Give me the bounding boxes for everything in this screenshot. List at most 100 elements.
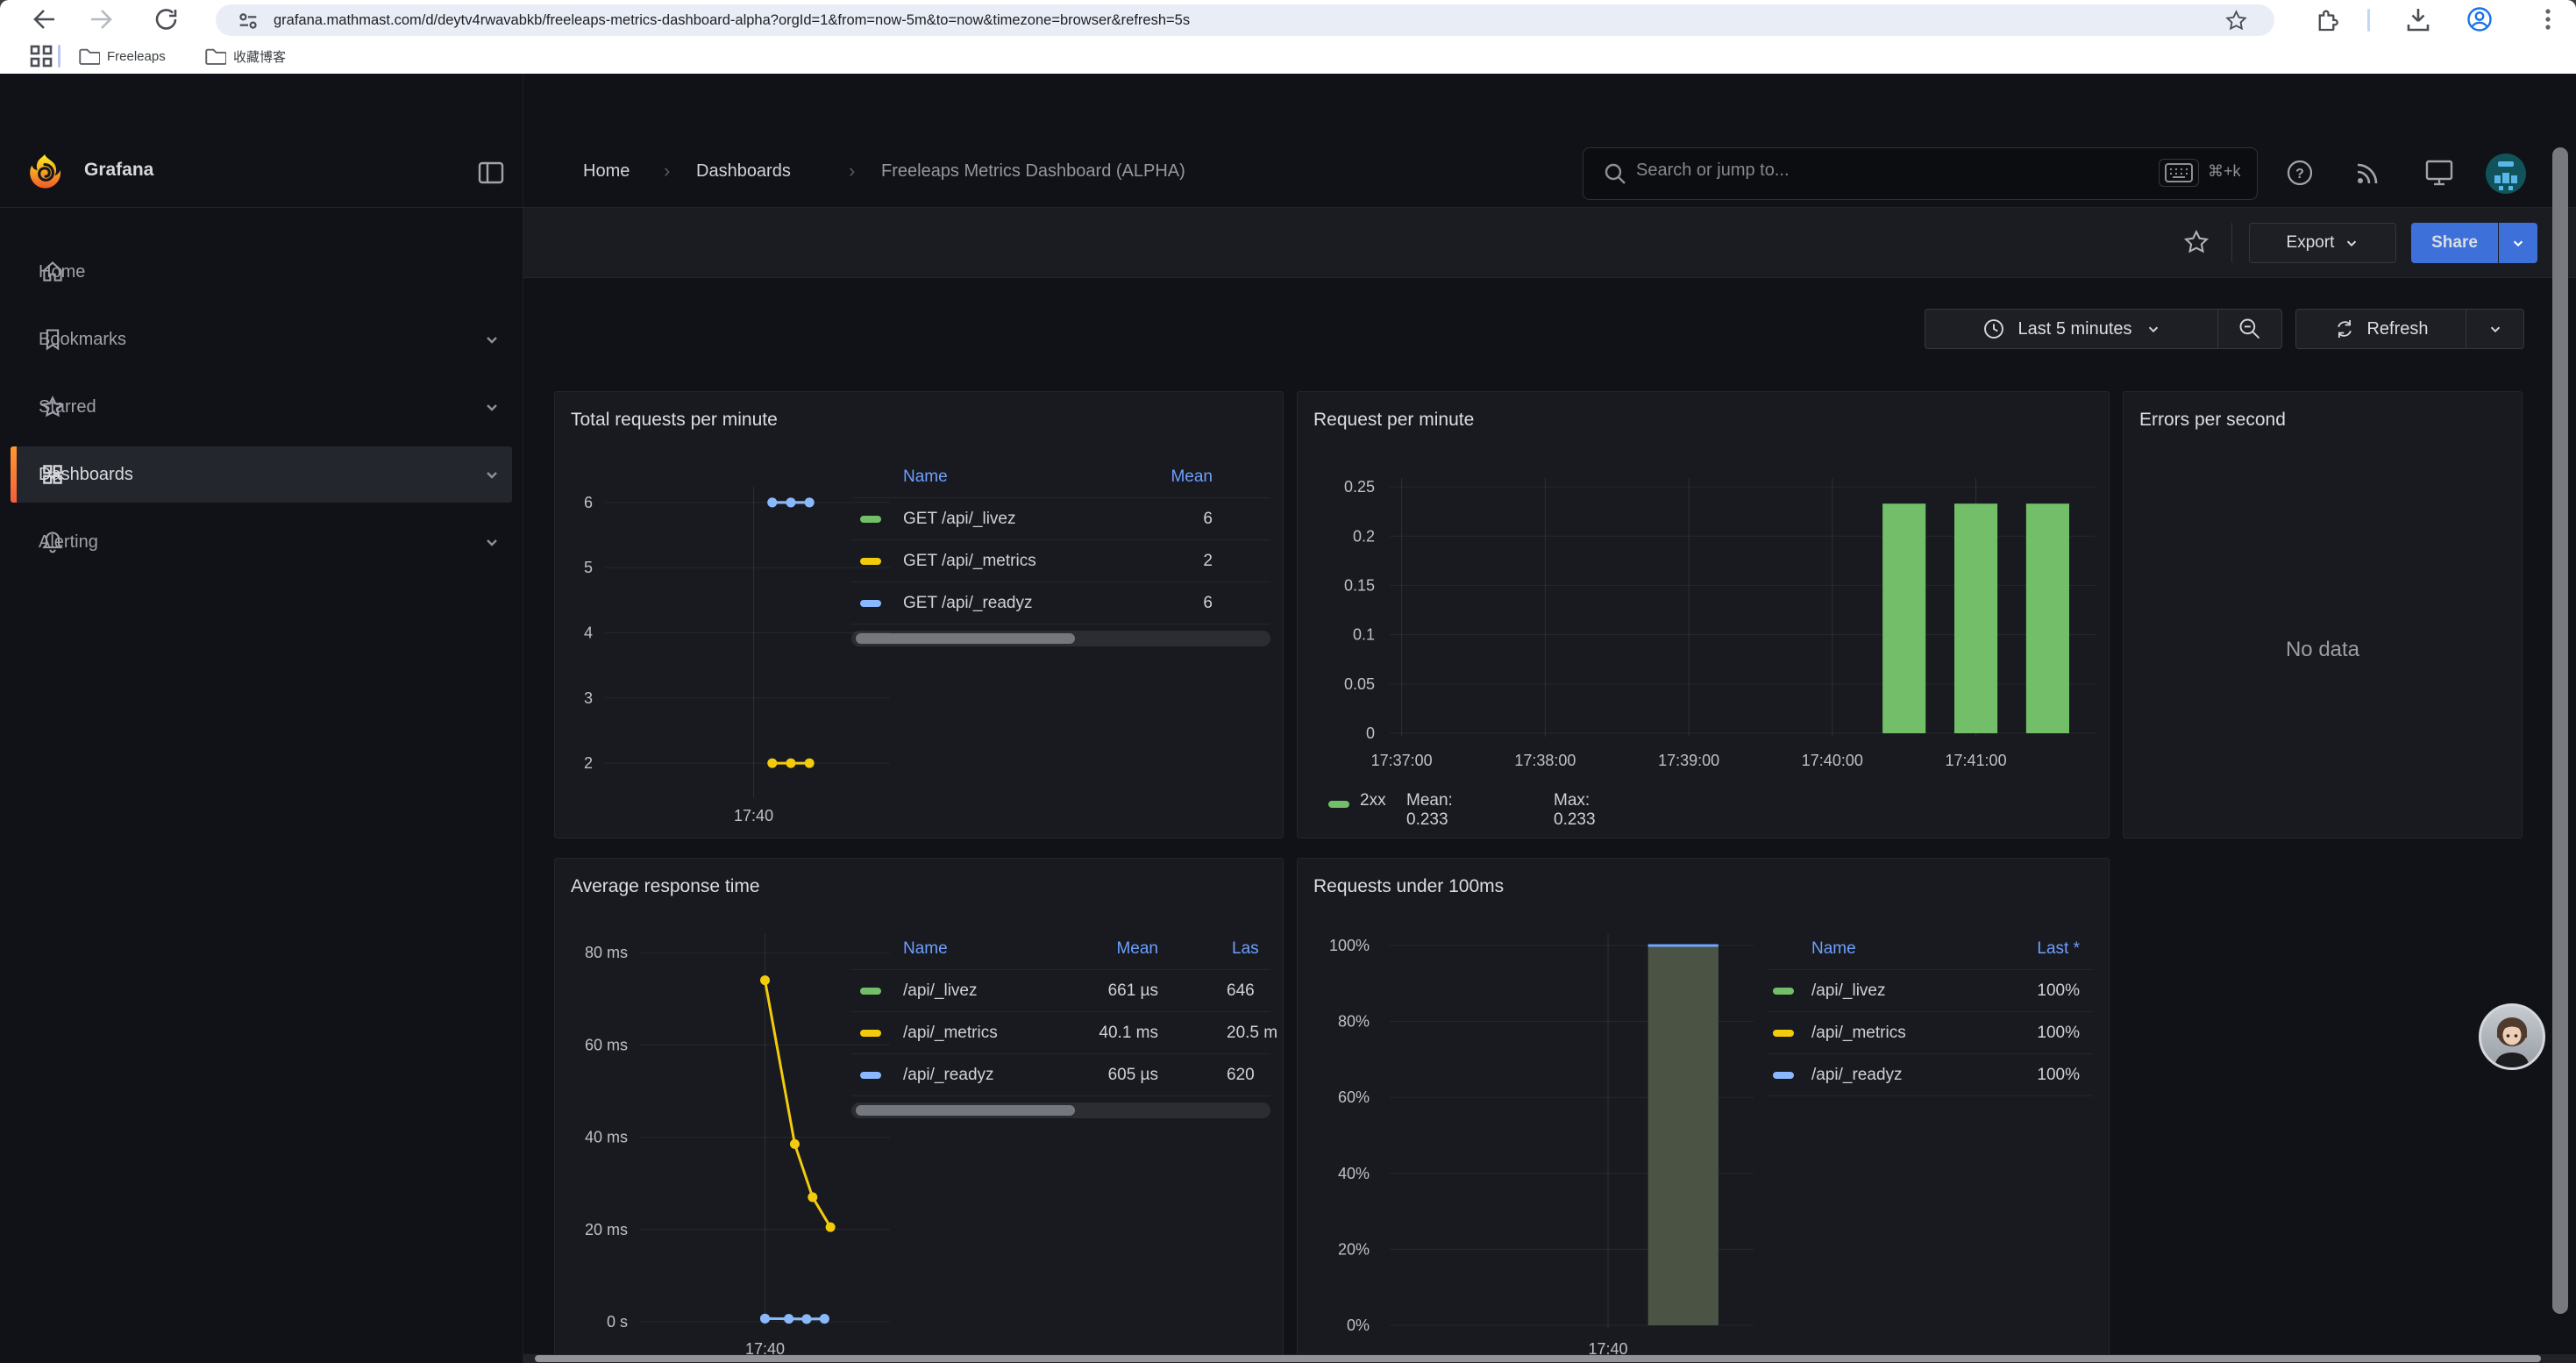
help-icon[interactable]: ? — [2285, 158, 2315, 188]
series-name[interactable]: /api/_metrics — [1811, 1012, 1906, 1053]
share-label: Share — [2431, 233, 2478, 253]
panel-title[interactable]: Total requests per minute — [571, 410, 778, 431]
refresh-button[interactable]: Refresh — [2295, 309, 2466, 349]
horizontal-scrollbar[interactable] — [535, 1355, 2541, 1362]
panel-title[interactable]: Requests under 100ms — [1313, 876, 1504, 897]
legend-col-last[interactable]: Las — [1232, 929, 1259, 969]
dock-sidebar-icon[interactable] — [477, 160, 505, 186]
legend-row[interactable]: /api/_readyz 605 µs 620 — [851, 1054, 1270, 1096]
address-bar[interactable]: grafana.mathmast.com/d/deytv4rwavabkb/fr… — [216, 4, 2274, 36]
back-icon[interactable] — [28, 5, 56, 33]
svg-text:?: ? — [2295, 167, 2304, 182]
reload-icon[interactable] — [153, 5, 181, 33]
news-rss-icon[interactable] — [2353, 158, 2383, 188]
series-last: 100% — [2037, 970, 2080, 1011]
panel-title[interactable]: Errors per second — [2139, 410, 2286, 431]
legend-row[interactable]: /api/_readyz 100% — [1768, 1054, 2093, 1096]
legend-scrollbar[interactable] — [851, 1103, 1270, 1118]
series-mean: 661 µs — [1108, 970, 1158, 1011]
panel-avg-response-time: Average response time Name Mean Las /api… — [554, 858, 1284, 1363]
series-name[interactable]: GET /api/_readyz — [903, 582, 1033, 624]
export-button[interactable]: Export — [2249, 223, 2396, 263]
breadcrumb-sep-icon: › — [849, 160, 855, 182]
breadcrumb-current: Freeleaps Metrics Dashboard (ALPHA) — [881, 161, 1185, 182]
series-name[interactable]: 2xx — [1360, 791, 1386, 810]
sidebar-item-home[interactable]: Home — [0, 244, 523, 300]
legend-row[interactable]: GET /api/_livez 6 — [851, 498, 1270, 540]
profile-icon[interactable] — [2466, 5, 2494, 33]
series-name[interactable]: GET /api/_livez — [903, 498, 1015, 539]
floating-avatar-widget[interactable] — [2479, 1003, 2545, 1070]
share-button[interactable]: Share — [2411, 223, 2498, 263]
legend-row[interactable]: /api/_metrics 40.1 ms 20.5 m — [851, 1012, 1270, 1054]
zoom-out-button[interactable] — [2218, 309, 2282, 349]
series-swatch — [860, 1072, 881, 1079]
sidebar-item-bookmarks[interactable]: Bookmarks — [0, 311, 523, 368]
search-input[interactable]: Search or jump to... ⌘+k — [1583, 147, 2258, 200]
legend-col-last[interactable]: Last * — [2037, 929, 2080, 969]
bookmark-folder-freeleaps[interactable]: Freeleaps — [77, 42, 166, 70]
sidebar-item-alerting[interactable]: Alerting — [0, 514, 523, 570]
legend-row[interactable]: /api/_livez 100% — [1768, 970, 2093, 1012]
chevron-down-icon[interactable] — [484, 399, 500, 415]
extensions-icon[interactable] — [2311, 5, 2339, 33]
legend-col-name[interactable]: Name — [903, 929, 948, 969]
legend-row[interactable]: GET /api/_metrics 2 — [851, 540, 1270, 582]
forward-icon[interactable] — [89, 5, 117, 33]
refresh-interval-dropdown[interactable] — [2466, 309, 2524, 349]
breadcrumb-dashboards[interactable]: Dashboards — [696, 161, 791, 182]
bookmark-star-icon[interactable] — [2224, 9, 2248, 32]
grafana-brand[interactable]: Grafana — [84, 160, 153, 181]
series-mean: 6 — [1203, 498, 1213, 539]
clock-icon — [1982, 318, 2005, 340]
panel-title[interactable]: Request per minute — [1313, 410, 1474, 431]
site-settings-icon[interactable] — [237, 10, 260, 32]
download-icon[interactable] — [2404, 5, 2432, 33]
scrollbar-thumb[interactable] — [856, 633, 1075, 644]
sidebar-item-dashboards[interactable]: Dashboards — [0, 446, 523, 503]
breadcrumb-home[interactable]: Home — [583, 161, 630, 182]
chevron-down-icon — [2488, 322, 2502, 336]
chevron-down-icon[interactable] — [484, 332, 500, 347]
series-name[interactable]: /api/_livez — [903, 970, 978, 1011]
bookmark-folder-blogs[interactable]: 收藏博客 — [203, 42, 286, 70]
series-name[interactable]: /api/_readyz — [903, 1054, 994, 1095]
favorite-star-icon[interactable] — [2183, 229, 2210, 255]
url-text[interactable]: grafana.mathmast.com/d/deytv4rwavabkb/fr… — [274, 4, 1190, 36]
chevron-down-icon[interactable] — [484, 534, 500, 550]
series-name[interactable]: /api/_readyz — [1811, 1054, 1903, 1095]
share-dropdown-button[interactable] — [2499, 223, 2537, 263]
chevron-down-icon[interactable] — [484, 467, 500, 482]
keyboard-icon — [2159, 159, 2199, 187]
screen: grafana.mathmast.com/d/deytv4rwavabkb/fr… — [0, 0, 2576, 1363]
vertical-scrollbar[interactable] — [2552, 147, 2568, 1314]
series-swatch — [1773, 1072, 1794, 1079]
apps-grid-icon[interactable] — [28, 43, 54, 69]
bookmarks-divider — [58, 45, 60, 68]
sidebar-item-starred[interactable]: Starred — [0, 379, 523, 435]
series-name[interactable]: /api/_metrics — [903, 1012, 998, 1053]
star-icon — [40, 395, 65, 419]
legend-scrollbar[interactable] — [851, 631, 1270, 646]
time-range-label: Last 5 minutes — [2017, 319, 2131, 339]
series-name[interactable]: GET /api/_metrics — [903, 540, 1036, 582]
legend-row[interactable]: /api/_livez 661 µs 646 — [851, 970, 1270, 1012]
search-placeholder: Search or jump to... — [1636, 161, 1790, 181]
grafana-logo-icon[interactable] — [25, 153, 65, 193]
legend-col-name[interactable]: Name — [903, 457, 948, 497]
scrollbar-thumb[interactable] — [856, 1105, 1075, 1116]
legend-row[interactable]: /api/_metrics 100% — [1768, 1012, 2093, 1054]
legend-row[interactable]: GET /api/_readyz 6 — [851, 582, 1270, 624]
panel-title[interactable]: Average response time — [571, 876, 760, 897]
legend-col-mean[interactable]: Mean — [1171, 457, 1213, 497]
legend-col-mean[interactable]: Mean — [1116, 929, 1158, 969]
export-label: Export — [2287, 233, 2335, 253]
kiosk-monitor-icon[interactable] — [2423, 158, 2455, 188]
menu-kebab-icon[interactable] — [2534, 5, 2562, 33]
time-range-picker[interactable]: Last 5 minutes — [1925, 309, 2218, 349]
user-avatar[interactable] — [2485, 153, 2527, 195]
legend-col-name[interactable]: Name — [1811, 929, 1856, 969]
series-last: 646 — [1227, 970, 1255, 1011]
series-name[interactable]: /api/_livez — [1811, 970, 1886, 1011]
legend-header-row: Name Mean Las — [851, 929, 1270, 970]
